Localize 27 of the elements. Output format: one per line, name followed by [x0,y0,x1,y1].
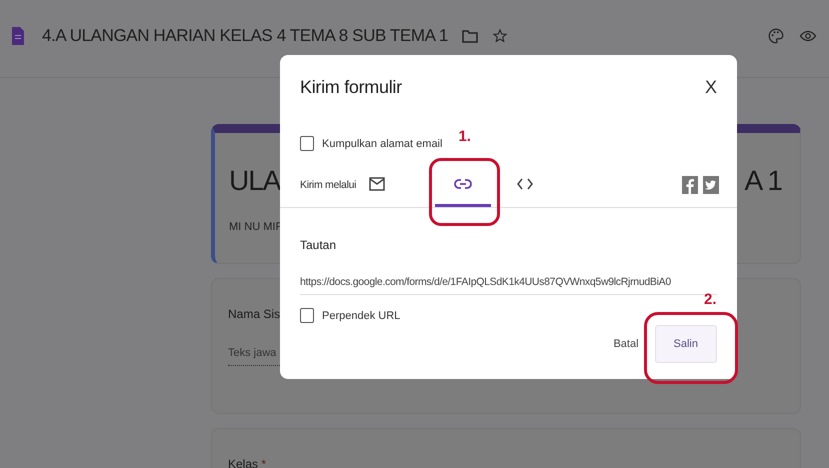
form-title: 4.A ULANGAN HARIAN KELAS 4 TEMA 8 SUB TEMA 1 [42,26,448,46]
send-via-label: Kirim melalui [300,179,358,191]
annotation-number: 1. [458,128,471,145]
question-label: Nama Sis [228,307,280,321]
checkbox[interactable] [300,136,314,151]
twitter-icon[interactable] [703,176,719,194]
question-label: Kelas * [228,457,266,468]
document-icon [12,26,24,44]
checkbox-label: Kumpulkan alamat email [322,138,442,150]
copy-button[interactable]: Salin [654,325,717,363]
folder-icon[interactable] [462,28,478,42]
code-icon [517,178,533,190]
star-icon[interactable] [492,28,508,44]
mail-icon [369,176,385,190]
checkbox-label: Perpendek URL [322,310,400,322]
facebook-icon[interactable] [682,176,698,194]
form-heading: ULA [229,165,280,197]
close-button[interactable]: X [700,77,721,98]
link-heading: Tautan [300,238,338,252]
dialog-title: Kirim formulir [300,77,402,98]
palette-icon[interactable] [767,26,785,44]
form-heading: A 1 [744,165,782,197]
link-field[interactable]: https://docs.google.com/forms/d/e/1FAIpQLSdK1k4UUs87QVWnxq5w9lcRjrnudBiA0 [300,276,717,295]
highlight-ring [429,158,500,226]
link-icon [454,178,472,188]
cancel-button[interactable]: Batal [605,326,647,362]
checkbox[interactable] [300,308,314,323]
